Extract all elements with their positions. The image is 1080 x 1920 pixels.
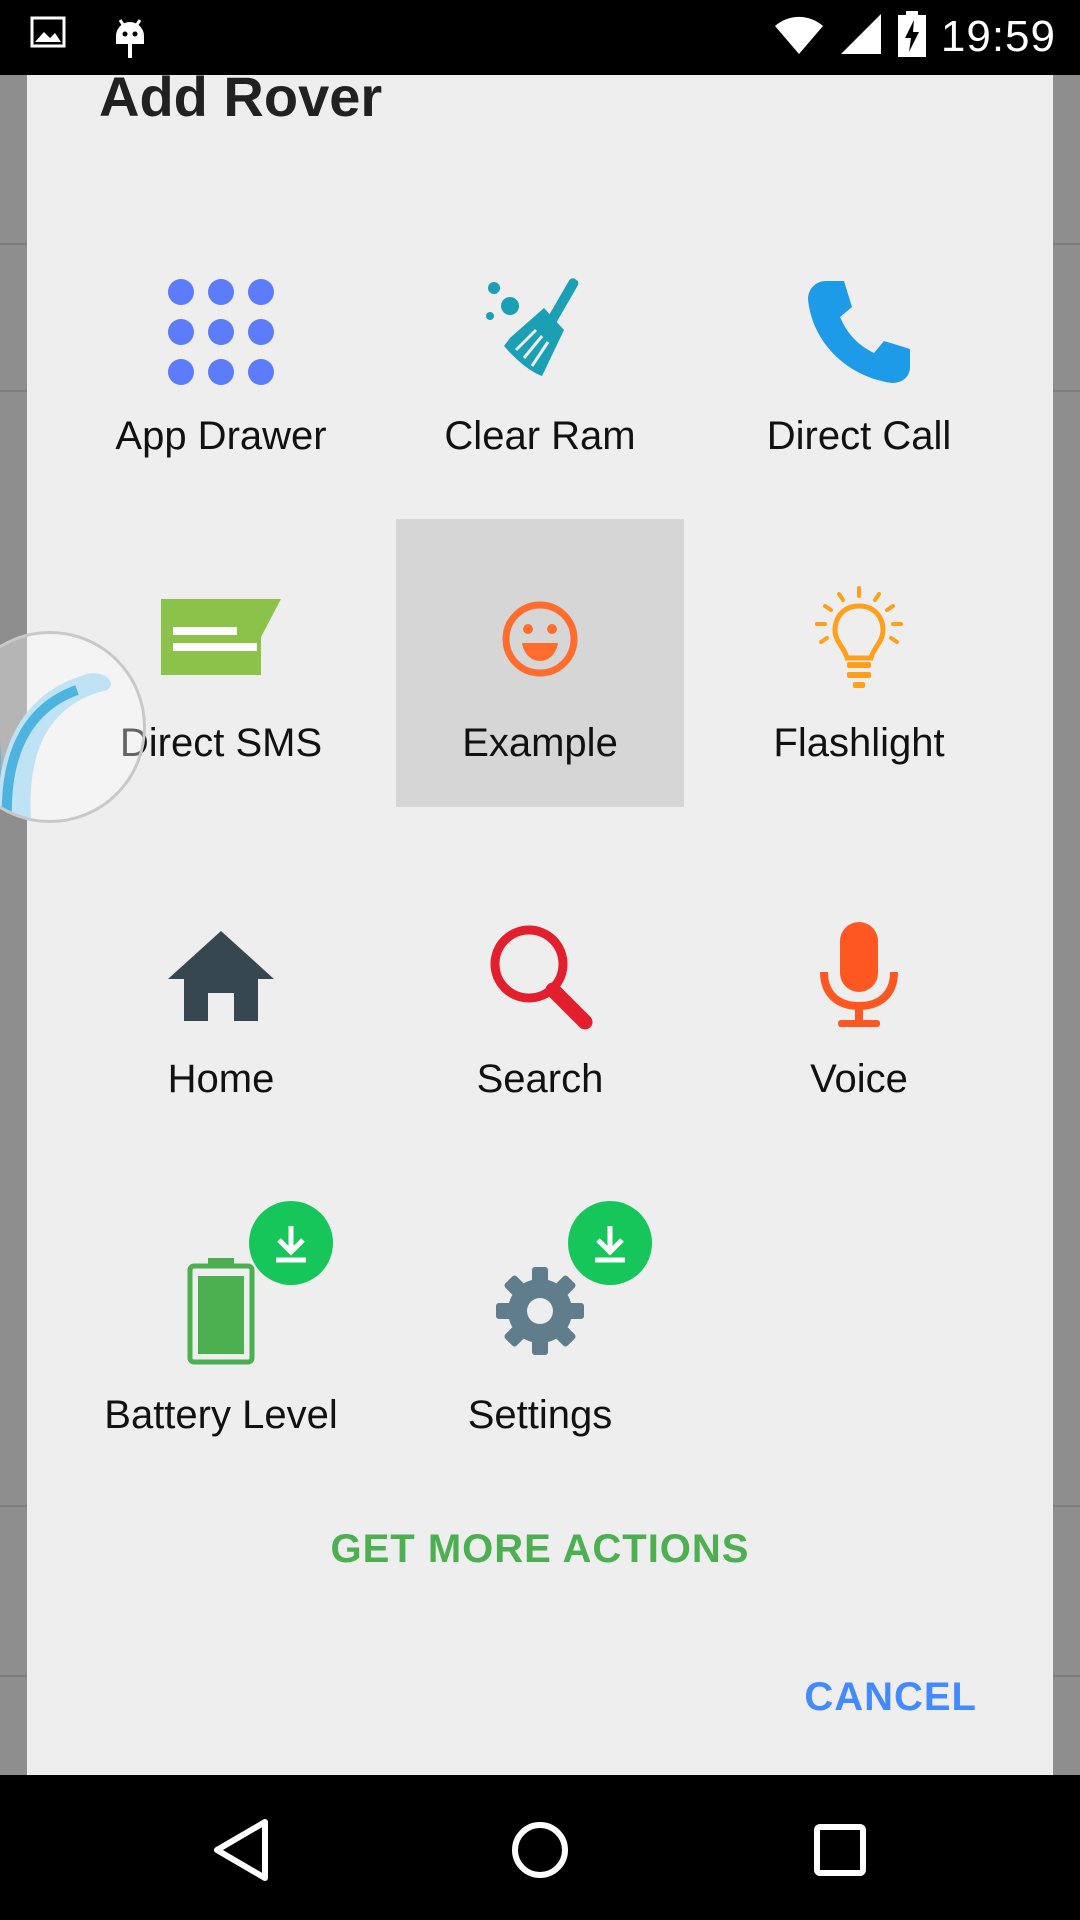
action-label: Direct Call (766, 414, 952, 458)
wifi-icon (773, 12, 825, 61)
action-label: Home (167, 1057, 275, 1101)
navigation-bar (0, 1775, 1080, 1920)
status-bar: 19:59 (0, 0, 1080, 75)
dialog-title: Add Rover (99, 75, 383, 123)
action-label: Example (462, 721, 618, 765)
action-clear-ram[interactable]: Clear Ram (396, 212, 684, 500)
recents-icon[interactable] (795, 1805, 885, 1895)
action-label: App Drawer (115, 414, 327, 458)
action-label: Battery Level (104, 1393, 338, 1437)
action-direct-call[interactable]: Direct Call (715, 212, 1003, 500)
battery-charging-icon (897, 10, 927, 63)
action-flashlight[interactable]: Flashlight (715, 519, 1003, 807)
action-label: Search (476, 1057, 604, 1101)
back-icon[interactable] (196, 1805, 286, 1895)
action-settings[interactable]: Settings (396, 1191, 684, 1479)
action-label: Voice (810, 1057, 908, 1101)
action-search[interactable]: Search (396, 855, 684, 1143)
home-icon (161, 915, 281, 1035)
action-label: Settings (467, 1393, 613, 1437)
action-label: Clear Ram (444, 414, 636, 458)
add-rover-dialog: Add Rover App Drawer Clear Ram Direct Ca… (27, 75, 1053, 1775)
clock: 19:59 (940, 11, 1056, 61)
broom-icon (480, 272, 600, 392)
action-home[interactable]: Home (77, 855, 365, 1143)
home-circle-icon[interactable] (495, 1805, 585, 1895)
action-voice[interactable]: Voice (715, 855, 1003, 1143)
image-notification-icon (30, 14, 66, 65)
action-battery-level[interactable]: Battery Level (77, 1191, 365, 1479)
search-icon (480, 915, 600, 1035)
action-example[interactable]: Example (396, 519, 684, 807)
download-badge[interactable] (249, 1201, 333, 1285)
cancel-button[interactable]: CANCEL (804, 1675, 977, 1720)
microphone-icon (799, 915, 919, 1035)
action-app-drawer[interactable]: App Drawer (77, 212, 365, 500)
phone-icon (799, 272, 919, 392)
signal-icon (839, 12, 883, 61)
action-label: Flashlight (773, 721, 945, 765)
download-badge[interactable] (568, 1201, 652, 1285)
android-debug-icon (112, 14, 148, 65)
sms-icon (161, 579, 281, 699)
lightbulb-icon (799, 579, 919, 699)
get-more-actions-button[interactable]: GET MORE ACTIONS (27, 1527, 1053, 1572)
app-drawer-grid-icon (161, 272, 281, 392)
smiley-icon (480, 579, 600, 699)
